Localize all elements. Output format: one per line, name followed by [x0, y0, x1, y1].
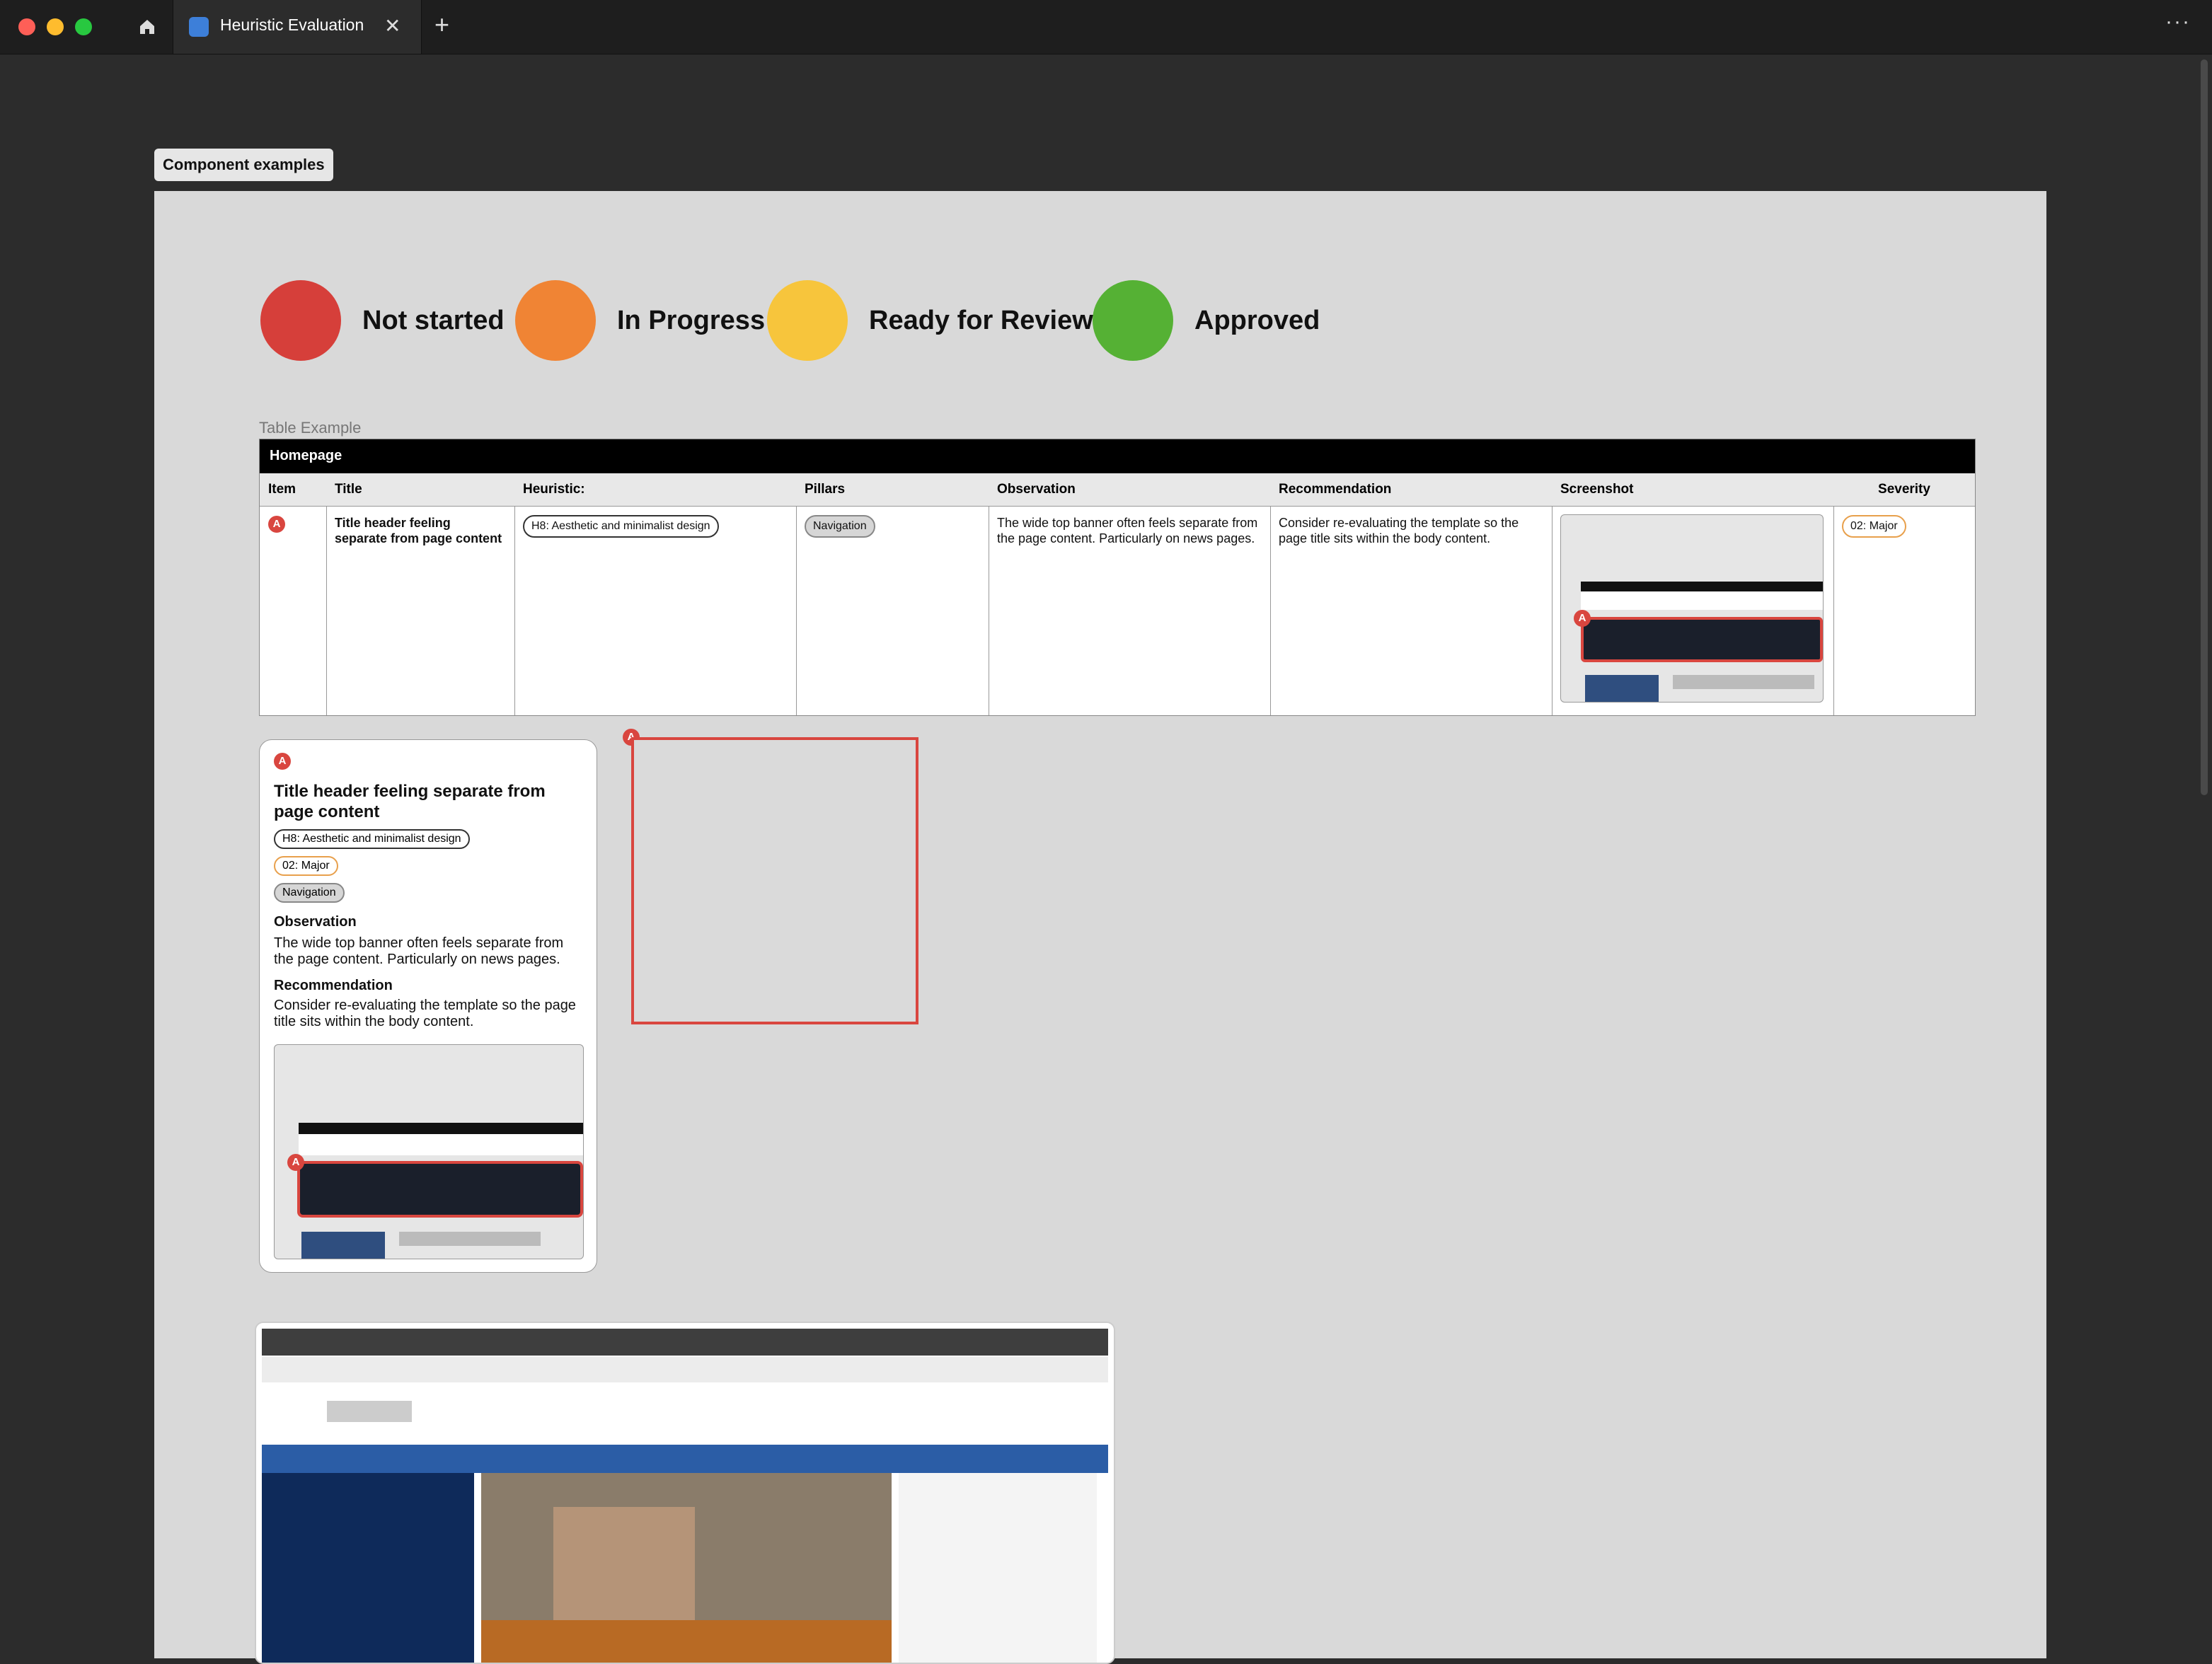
screenshot-thumbnail[interactable]: A — [1560, 514, 1824, 703]
more-menu-icon[interactable]: ··· — [2165, 10, 2191, 34]
column-severity: Severity 02: Major — [1833, 473, 1975, 715]
status-dot — [1093, 280, 1173, 361]
column-header: Item — [260, 473, 326, 507]
column-heuristic: Heuristic: H8: Aesthetic and minimalist … — [514, 473, 797, 715]
status-not-started: Not started — [260, 280, 505, 361]
table-page-header: Homepage — [260, 439, 1975, 473]
status-label: In Progress — [617, 305, 766, 335]
observation-text: The wide top banner often feels separate… — [274, 935, 564, 967]
title-bar: Heuristic Evaluation ✕ + ··· — [0, 0, 2212, 54]
close-window-button[interactable] — [18, 18, 35, 35]
status-ready-for-review: Ready for Review — [767, 280, 1093, 361]
column-header: Severity — [1833, 473, 1975, 507]
column-item: Item A — [260, 473, 327, 715]
status-label: Approved — [1194, 305, 1320, 335]
website-screenshot-preview[interactable] — [255, 1322, 1115, 1664]
column-header: Title — [326, 473, 514, 507]
column-recommendation: Recommendation Consider re-evaluating th… — [1270, 473, 1553, 715]
column-observation: Observation The wide top banner often fe… — [989, 473, 1271, 715]
status-dot — [260, 280, 341, 361]
annotation-highlight-box[interactable] — [631, 737, 918, 1024]
card-title: Title header feeling separate from page … — [274, 782, 546, 821]
severity-tag: 02: Major — [274, 856, 338, 876]
column-screenshot: Screenshot A — [1552, 473, 1834, 715]
table-page-title: Homepage — [270, 448, 342, 463]
status-dot — [515, 280, 596, 361]
frame-label[interactable]: Component examples — [154, 149, 333, 181]
close-icon[interactable]: ✕ — [384, 14, 401, 37]
item-badge: A — [268, 516, 285, 533]
annotation-badge: A — [287, 1154, 304, 1171]
maximize-window-button[interactable] — [75, 18, 92, 35]
row-recommendation: Consider re-evaluating the template so t… — [1279, 516, 1519, 545]
column-title: Title Title header feeling separate from… — [326, 473, 515, 715]
status-approved: Approved — [1093, 280, 1320, 361]
heuristic-tag: H8: Aesthetic and minimalist design — [274, 829, 470, 849]
screenshot-thumbnail[interactable]: A — [274, 1044, 584, 1259]
status-dot — [767, 280, 848, 361]
figjam-file-icon — [189, 17, 209, 37]
pillar-tag: Navigation — [805, 515, 875, 538]
table-caption: Table Example — [259, 419, 362, 437]
column-header: Screenshot — [1552, 473, 1833, 507]
heuristic-card[interactable]: A Title header feeling separate from pag… — [259, 739, 597, 1273]
tab-title: Heuristic Evaluation — [220, 16, 364, 34]
row-title: Title header feeling separate from page … — [335, 516, 502, 545]
minimize-window-button[interactable] — [47, 18, 64, 35]
column-header: Heuristic: — [514, 473, 796, 507]
item-badge: A — [274, 753, 291, 770]
pillar-tag: Navigation — [274, 883, 345, 903]
home-icon — [140, 20, 154, 34]
column-pillars: Pillars Navigation — [796, 473, 989, 715]
severity-tag: 02: Major — [1842, 515, 1906, 538]
home-button[interactable] — [127, 11, 167, 42]
heuristic-table[interactable]: Homepage Item A Title Title header feeli… — [259, 439, 1976, 716]
status-label: Not started — [362, 305, 505, 335]
new-tab-button[interactable]: + — [434, 10, 449, 40]
column-header: Observation — [989, 473, 1270, 507]
observation-heading: Observation — [274, 914, 357, 930]
status-label: Ready for Review — [869, 305, 1093, 335]
status-in-progress: In Progress — [515, 280, 765, 361]
vertical-scrollbar[interactable] — [2201, 59, 2208, 795]
column-header: Pillars — [796, 473, 989, 507]
tab-heuristic-evaluation[interactable]: Heuristic Evaluation ✕ — [173, 0, 422, 54]
annotation-badge: A — [1574, 610, 1591, 627]
recommendation-heading: Recommendation — [274, 978, 393, 993]
column-header: Recommendation — [1270, 473, 1552, 507]
row-observation: The wide top banner often feels separate… — [997, 516, 1258, 545]
component-examples-frame: Not started In Progress Ready for Review… — [154, 191, 2046, 1664]
recommendation-text: Consider re-evaluating the template so t… — [274, 998, 576, 1029]
heuristic-tag: H8: Aesthetic and minimalist design — [523, 515, 719, 538]
